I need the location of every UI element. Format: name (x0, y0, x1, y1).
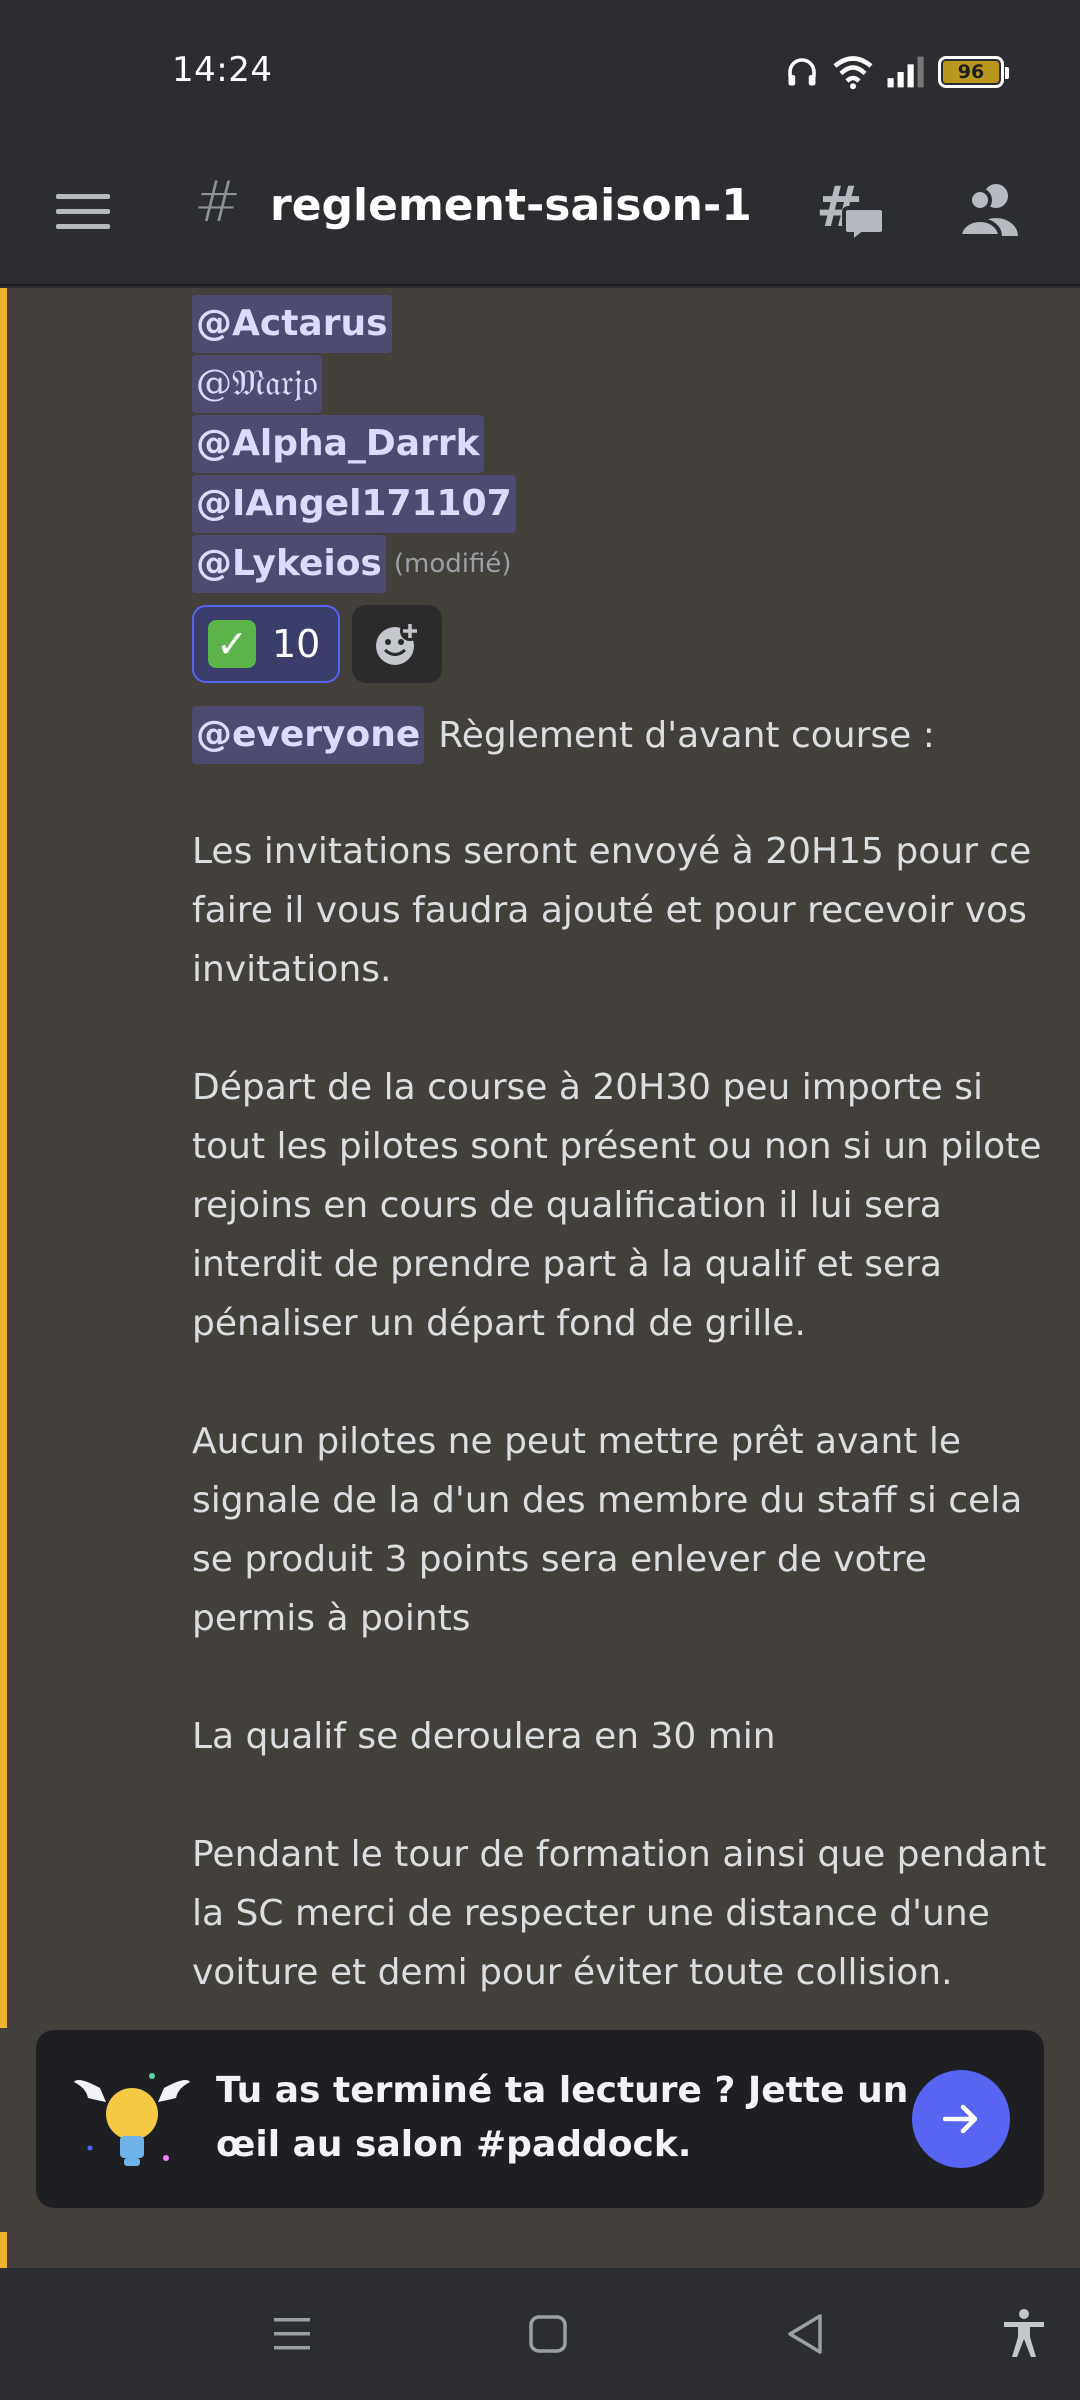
headphones-icon (788, 58, 816, 86)
status-icons: 96 (784, 50, 1009, 94)
home-icon[interactable] (518, 2304, 578, 2364)
signal-icon (887, 56, 924, 88)
battery-icon: 96 (938, 56, 1009, 88)
lightbulb-wings-icon (74, 2073, 190, 2166)
add-reaction-button[interactable] (352, 605, 443, 683)
banner-text: Tu as terminé ta lecture ? Jette un œil … (216, 2070, 909, 2165)
add-emoji-icon (376, 621, 421, 665)
go-to-paddock-button[interactable] (912, 2070, 1010, 2168)
members-icon[interactable] (952, 174, 1026, 248)
user-mention[interactable]: @Alpha_Darrk (192, 415, 484, 473)
threads-icon[interactable]: # (812, 174, 886, 248)
rule-paragraph: La qualif se deroulera en 30 min (192, 1716, 776, 1757)
rule-paragraph: Départ de la course à 20H30 peu importe … (192, 1067, 1042, 1344)
message-list[interactable]: @Actarus @𝔐𝔞𝔯𝔧𝔬 @Alpha_Darrk @IAngel1711… (0, 288, 1080, 2268)
check-mark-icon: ✓ (208, 620, 256, 668)
edited-label: (modifié) (393, 549, 512, 579)
accessibility-icon[interactable] (994, 2304, 1054, 2364)
system-navigation-bar (0, 2268, 1080, 2400)
hash-icon: # (194, 170, 241, 235)
highlight-bar (0, 288, 7, 2028)
reactions: ✓ 10 (192, 604, 1052, 684)
reaction-count: 10 (272, 622, 321, 666)
user-mention[interactable]: @Actarus (192, 295, 392, 353)
channel-title[interactable]: reglement-saison-1 (270, 180, 752, 231)
user-mention[interactable]: @IAngel171107 (192, 475, 516, 533)
reaction-check[interactable]: ✓ 10 (192, 605, 341, 683)
menu-icon[interactable] (54, 182, 114, 242)
message[interactable]: @Actarus @𝔐𝔞𝔯𝔧𝔬 @Alpha_Darrk @IAngel1711… (192, 294, 1052, 2002)
rules-intro: Règlement d'avant course : (438, 714, 935, 756)
channel-header: # reglement-saison-1 # (0, 140, 1080, 286)
rule-paragraph: Aucun pilotes ne peut mettre prêt avant … (192, 1421, 1023, 1639)
rule-paragraph: Pendant le tour de formation ainsi que p… (192, 1834, 1047, 1993)
rule-paragraph: Les invitations seront envoyé à 20H15 po… (192, 831, 1032, 990)
arrow-right-icon (942, 2104, 978, 2134)
wifi-icon (833, 56, 873, 90)
highlight-bar-next (0, 2232, 7, 2268)
status-time: 14:24 (172, 50, 273, 90)
user-mention[interactable]: @𝔐𝔞𝔯𝔧𝔬 (192, 355, 322, 413)
user-mention[interactable]: @Lykeios (192, 535, 386, 593)
recent-apps-icon[interactable] (262, 2304, 322, 2364)
everyone-mention[interactable]: @everyone (192, 706, 425, 764)
back-icon[interactable] (776, 2304, 836, 2364)
battery-level: 96 (943, 61, 999, 83)
read-complete-banner[interactable]: Tu as terminé ta lecture ? Jette un œil … (36, 2030, 1044, 2208)
status-bar: 14:24 96 (0, 0, 1080, 140)
